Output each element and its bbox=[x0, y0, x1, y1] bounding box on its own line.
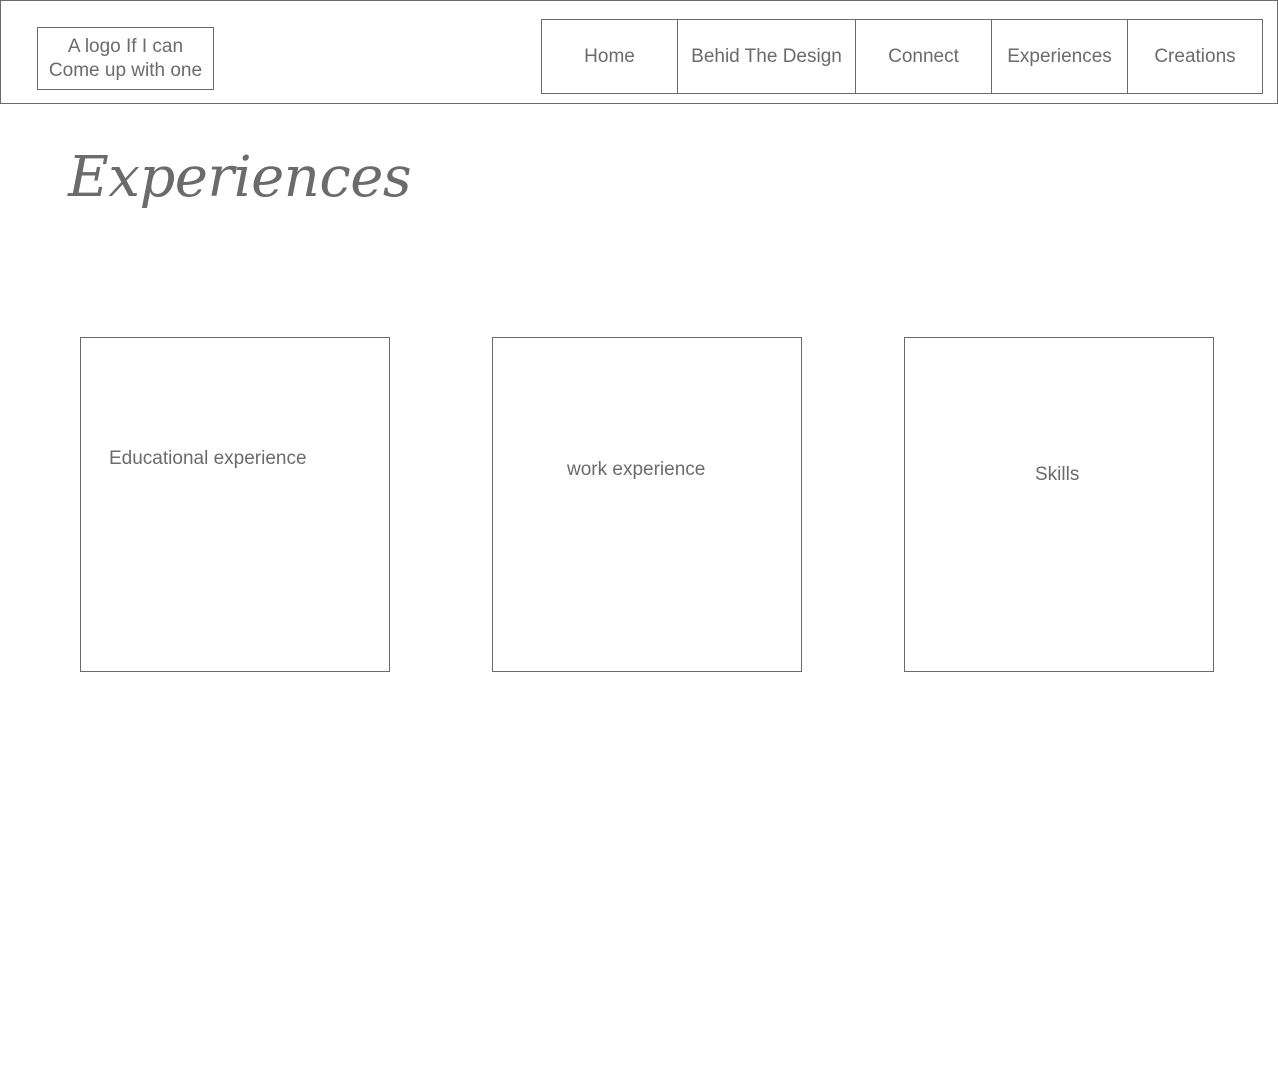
card-work-experience[interactable]: work experience bbox=[492, 337, 802, 672]
card-skills[interactable]: Skills bbox=[904, 337, 1214, 672]
nav-item-creations[interactable]: Creations bbox=[1127, 19, 1263, 94]
card-work-experience-label: work experience bbox=[567, 459, 706, 480]
nav-item-connect-label: Connect bbox=[888, 45, 959, 67]
nav-item-connect[interactable]: Connect bbox=[855, 19, 992, 94]
nav-item-behind-the-design-label: Behid The Design bbox=[691, 45, 842, 67]
nav-item-behind-the-design[interactable]: Behid The Design bbox=[677, 19, 856, 94]
card-educational-experience[interactable]: Educational experience bbox=[80, 337, 390, 672]
logo-text: A logo If I can Come up with one bbox=[48, 35, 203, 81]
card-skills-label: Skills bbox=[1035, 464, 1080, 485]
site-header: A logo If I can Come up with one Home Be… bbox=[0, 0, 1278, 104]
nav-item-creations-label: Creations bbox=[1154, 45, 1236, 67]
page-title: Experiences bbox=[68, 145, 412, 210]
nav-item-experiences-label: Experiences bbox=[1007, 45, 1112, 67]
logo-placeholder[interactable]: A logo If I can Come up with one bbox=[37, 27, 214, 90]
nav-item-home[interactable]: Home bbox=[541, 19, 678, 94]
nav-item-home-label: Home bbox=[584, 45, 635, 67]
nav-item-experiences[interactable]: Experiences bbox=[991, 19, 1128, 94]
card-educational-experience-label: Educational experience bbox=[109, 448, 307, 469]
